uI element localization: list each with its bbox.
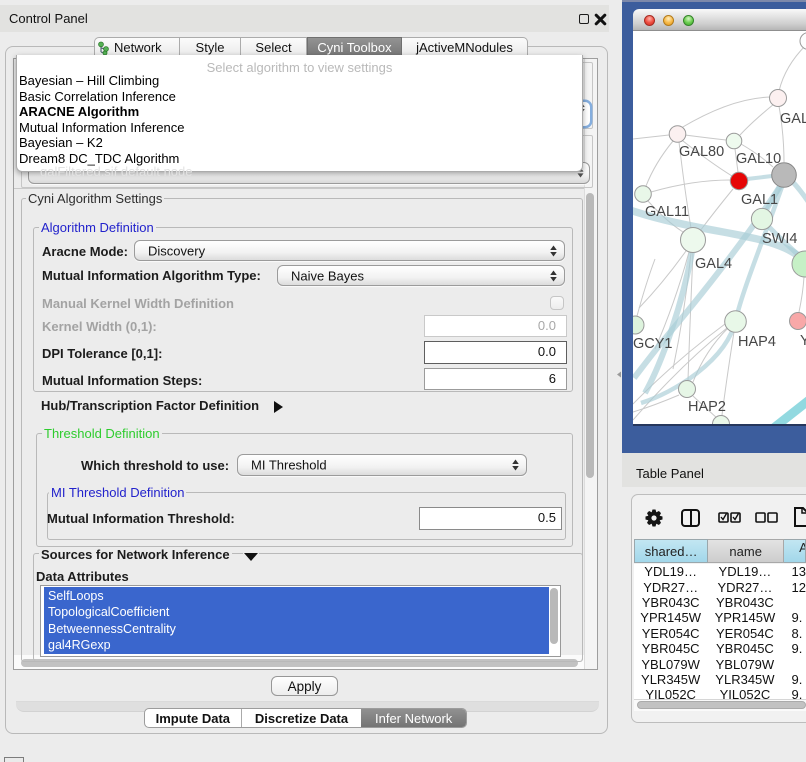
svg-text:GCY1: GCY1 — [633, 336, 673, 352]
svg-text:HAP2: HAP2 — [688, 399, 726, 415]
svg-text:GAL11: GAL11 — [645, 204, 689, 220]
svg-text:HAP4: HAP4 — [738, 334, 776, 350]
svg-text:GAL7: GAL7 — [780, 111, 806, 127]
svg-text:GAL80: GAL80 — [679, 144, 724, 160]
svg-text:GAL4: GAL4 — [695, 256, 732, 272]
svg-text:GAL10: GAL10 — [736, 151, 781, 167]
svg-text:SWI4: SWI4 — [762, 231, 797, 247]
svg-text:GAL1: GAL1 — [741, 192, 778, 208]
svg-text:Y: Y — [800, 333, 806, 349]
